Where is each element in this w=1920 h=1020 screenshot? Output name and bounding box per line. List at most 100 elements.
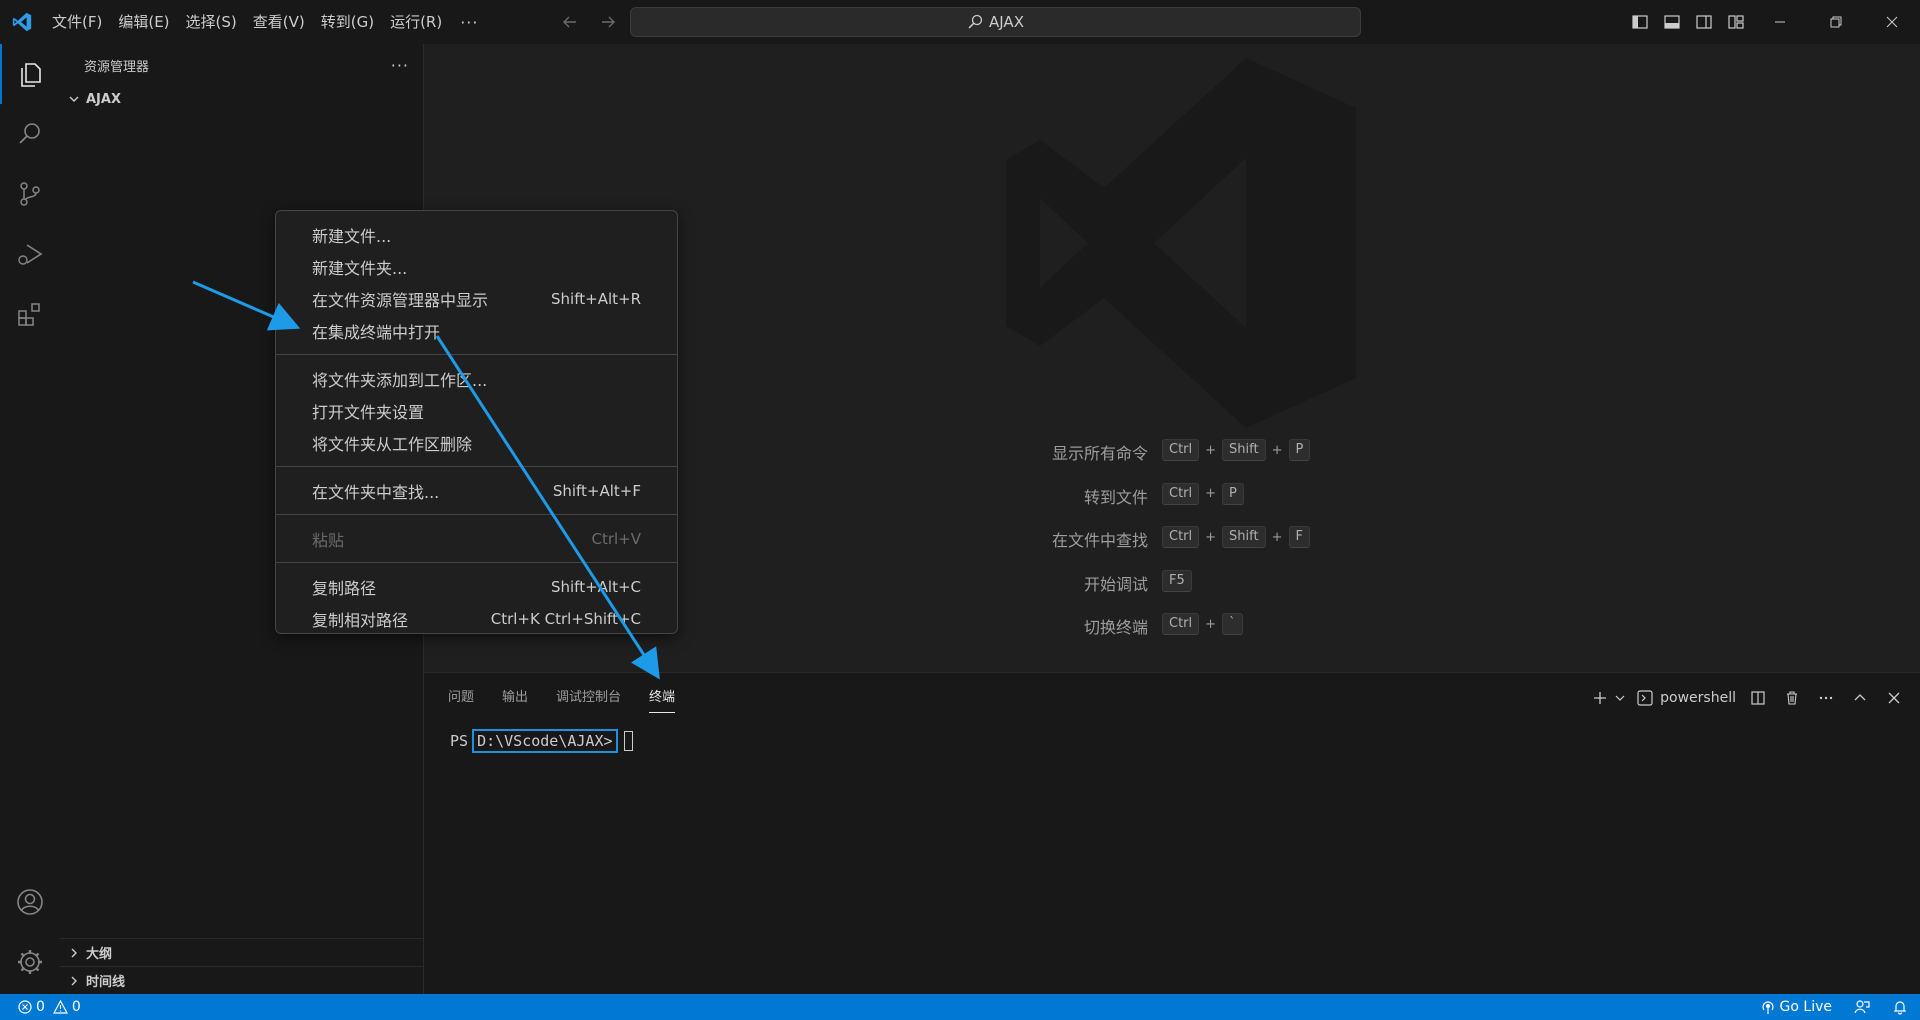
shortcut-label: 显示所有命令 bbox=[1051, 444, 1148, 463]
timeline-section-header[interactable]: 时间线 bbox=[60, 966, 424, 994]
toggle-primary-sidebar-icon[interactable] bbox=[1624, 6, 1656, 38]
settings-gear-icon[interactable] bbox=[0, 932, 60, 992]
context-menu-item[interactable]: 将文件夹添加到工作区... bbox=[276, 363, 677, 395]
keycap: F5 bbox=[1162, 569, 1192, 592]
vscode-logo-icon bbox=[0, 0, 44, 44]
keycap: F bbox=[1288, 526, 1310, 548]
chevron-right-icon bbox=[66, 973, 82, 989]
shortcut-label: 转到文件 bbox=[1083, 487, 1148, 507]
terminal-cursor bbox=[623, 731, 633, 751]
keycap: P bbox=[1222, 482, 1244, 505]
problems-status[interactable]: 0 0 bbox=[0, 999, 81, 1015]
minimize-icon[interactable] bbox=[1752, 0, 1808, 44]
plus-separator: + bbox=[1205, 486, 1217, 501]
more-actions-icon[interactable] bbox=[1814, 686, 1838, 710]
keycap: P bbox=[1288, 439, 1311, 461]
extensions-icon[interactable] bbox=[0, 284, 60, 344]
folder-context-menu: 新建文件... 新建文件夹... 在文件资源管理器中显示 Shift+Alt+R 在集成… bbox=[275, 210, 678, 634]
search-icon[interactable] bbox=[0, 104, 60, 164]
menu-item[interactable]: 选择(S) bbox=[178, 8, 245, 36]
menu-item[interactable]: 转到(G) bbox=[313, 8, 382, 36]
go-live-button[interactable]: Go Live bbox=[1760, 999, 1832, 1015]
context-menu-item[interactable]: 在文件资源管理器中显示 Shift+Alt+R bbox=[276, 283, 677, 315]
shortcut-keys: Ctrl + Shift + P bbox=[1162, 439, 1311, 461]
menu-more-button[interactable]: ··· bbox=[450, 13, 488, 32]
plus-separator: + bbox=[1271, 442, 1283, 458]
source-control-icon[interactable] bbox=[0, 164, 60, 224]
explorer-icon[interactable] bbox=[0, 44, 60, 104]
keycap: Shift bbox=[1222, 439, 1266, 461]
context-menu-item[interactable]: 复制相对路径 Ctrl+K Ctrl+Shift+C bbox=[276, 603, 677, 635]
restore-icon[interactable] bbox=[1808, 0, 1864, 44]
menu-separator bbox=[276, 466, 677, 467]
panel-actions: powershell bbox=[1588, 683, 1906, 713]
run-and-debug-icon[interactable] bbox=[0, 224, 60, 284]
menu-item[interactable]: 文件(F) bbox=[44, 8, 110, 36]
close-panel-icon[interactable] bbox=[1882, 686, 1906, 710]
broadcast-icon bbox=[1761, 1001, 1774, 1014]
toggle-secondary-sidebar-icon[interactable] bbox=[1688, 6, 1720, 38]
shortcut-label: 切换终端 bbox=[1083, 618, 1148, 637]
terminal-profile-label: powershell bbox=[1660, 690, 1736, 706]
context-menu-item-label: 在集成终端中打开 bbox=[312, 323, 441, 342]
navigation-arrows bbox=[558, 10, 620, 34]
context-menu-item[interactable]: 在集成终端中打开 bbox=[276, 315, 677, 347]
context-menu-item-label: 复制路径 bbox=[312, 579, 377, 598]
panel-tab[interactable]: 调试控制台 bbox=[556, 683, 621, 713]
context-menu-item[interactable]: 在文件夹中查找... Shift+Alt+F bbox=[276, 475, 677, 507]
timeline-section-label: 时间线 bbox=[86, 975, 126, 990]
status-bar-right: Go Live bbox=[1760, 994, 1908, 1020]
warning-icon bbox=[52, 1000, 68, 1014]
menu-item[interactable]: 编辑(E) bbox=[110, 8, 177, 36]
sidebar-bottom-sections: 大纲 时间线 bbox=[60, 938, 424, 994]
notifications-bell-icon[interactable] bbox=[1892, 999, 1908, 1015]
panel-tab[interactable]: 输出 bbox=[502, 683, 528, 713]
context-menu-item-shortcut: Ctrl+K Ctrl+Shift+C bbox=[490, 610, 641, 628]
chevron-down-icon[interactable] bbox=[1614, 686, 1626, 710]
context-menu-item-shortcut: Shift+Alt+C bbox=[550, 578, 641, 596]
split-terminal-icon[interactable] bbox=[1746, 686, 1770, 710]
context-menu-item-label: 打开文件夹设置 bbox=[312, 403, 425, 422]
close-window-icon[interactable] bbox=[1864, 0, 1920, 44]
maximize-panel-chevron-up-icon[interactable] bbox=[1848, 686, 1872, 710]
customize-layout-icon[interactable] bbox=[1720, 6, 1752, 38]
kill-terminal-trash-icon[interactable] bbox=[1780, 686, 1804, 710]
menu-item[interactable]: 查看(V) bbox=[245, 8, 313, 36]
outline-section-header[interactable]: 大纲 bbox=[60, 938, 424, 966]
vscode-watermark-icon bbox=[996, 58, 1356, 432]
menu-item[interactable]: 运行(R) bbox=[382, 8, 450, 36]
menu-separator bbox=[276, 562, 677, 563]
back-arrow-icon[interactable] bbox=[558, 10, 582, 34]
accounts-icon[interactable] bbox=[0, 872, 60, 932]
sidebar-header: 资源管理器 ··· bbox=[60, 44, 423, 86]
context-menu-item-shortcut: Ctrl+V bbox=[591, 530, 641, 548]
terminal-prompt[interactable]: PS D:\VScode\AJAX> bbox=[450, 729, 633, 753]
context-menu-item[interactable]: 将文件夹从工作区删除 bbox=[276, 427, 677, 459]
search-icon bbox=[968, 14, 983, 29]
workspace-folder-header[interactable]: AJAX bbox=[60, 86, 423, 112]
shortcut-keys: Ctrl + Shift + F bbox=[1162, 526, 1310, 548]
terminal-prefix: PS bbox=[450, 732, 469, 750]
forward-arrow-icon[interactable] bbox=[596, 10, 620, 34]
panel-tabs: 问题 输出 调试控制台 终端 bbox=[448, 683, 676, 713]
chevron-right-icon bbox=[66, 945, 82, 961]
plus-separator: + bbox=[1205, 616, 1217, 632]
command-center-search[interactable]: AJAX bbox=[630, 7, 1361, 37]
error-count: 0 bbox=[36, 999, 45, 1015]
plus-separator: + bbox=[1205, 442, 1217, 458]
command-center-label: AJAX bbox=[989, 13, 1024, 31]
context-menu-item[interactable]: 打开文件夹设置 bbox=[276, 395, 677, 427]
toggle-panel-icon[interactable] bbox=[1656, 6, 1688, 38]
panel-tab[interactable]: 终端 bbox=[649, 683, 676, 713]
context-menu-item[interactable]: 新建文件... bbox=[276, 219, 677, 251]
sidebar-more-actions-button[interactable]: ··· bbox=[391, 56, 409, 75]
context-menu-item[interactable]: 复制路径 Shift+Alt+C bbox=[276, 571, 677, 603]
outline-section-label: 大纲 bbox=[86, 947, 113, 962]
terminal-profile-button[interactable]: powershell bbox=[1636, 689, 1736, 707]
panel-tab[interactable]: 问题 bbox=[448, 683, 474, 713]
feedback-icon[interactable] bbox=[1854, 999, 1870, 1015]
error-icon bbox=[18, 1000, 32, 1014]
context-menu-item[interactable]: 新建文件夹... bbox=[276, 251, 677, 283]
new-terminal-plus-icon[interactable] bbox=[1588, 686, 1612, 710]
context-menu-item-label: 在文件夹中查找... bbox=[312, 483, 440, 502]
